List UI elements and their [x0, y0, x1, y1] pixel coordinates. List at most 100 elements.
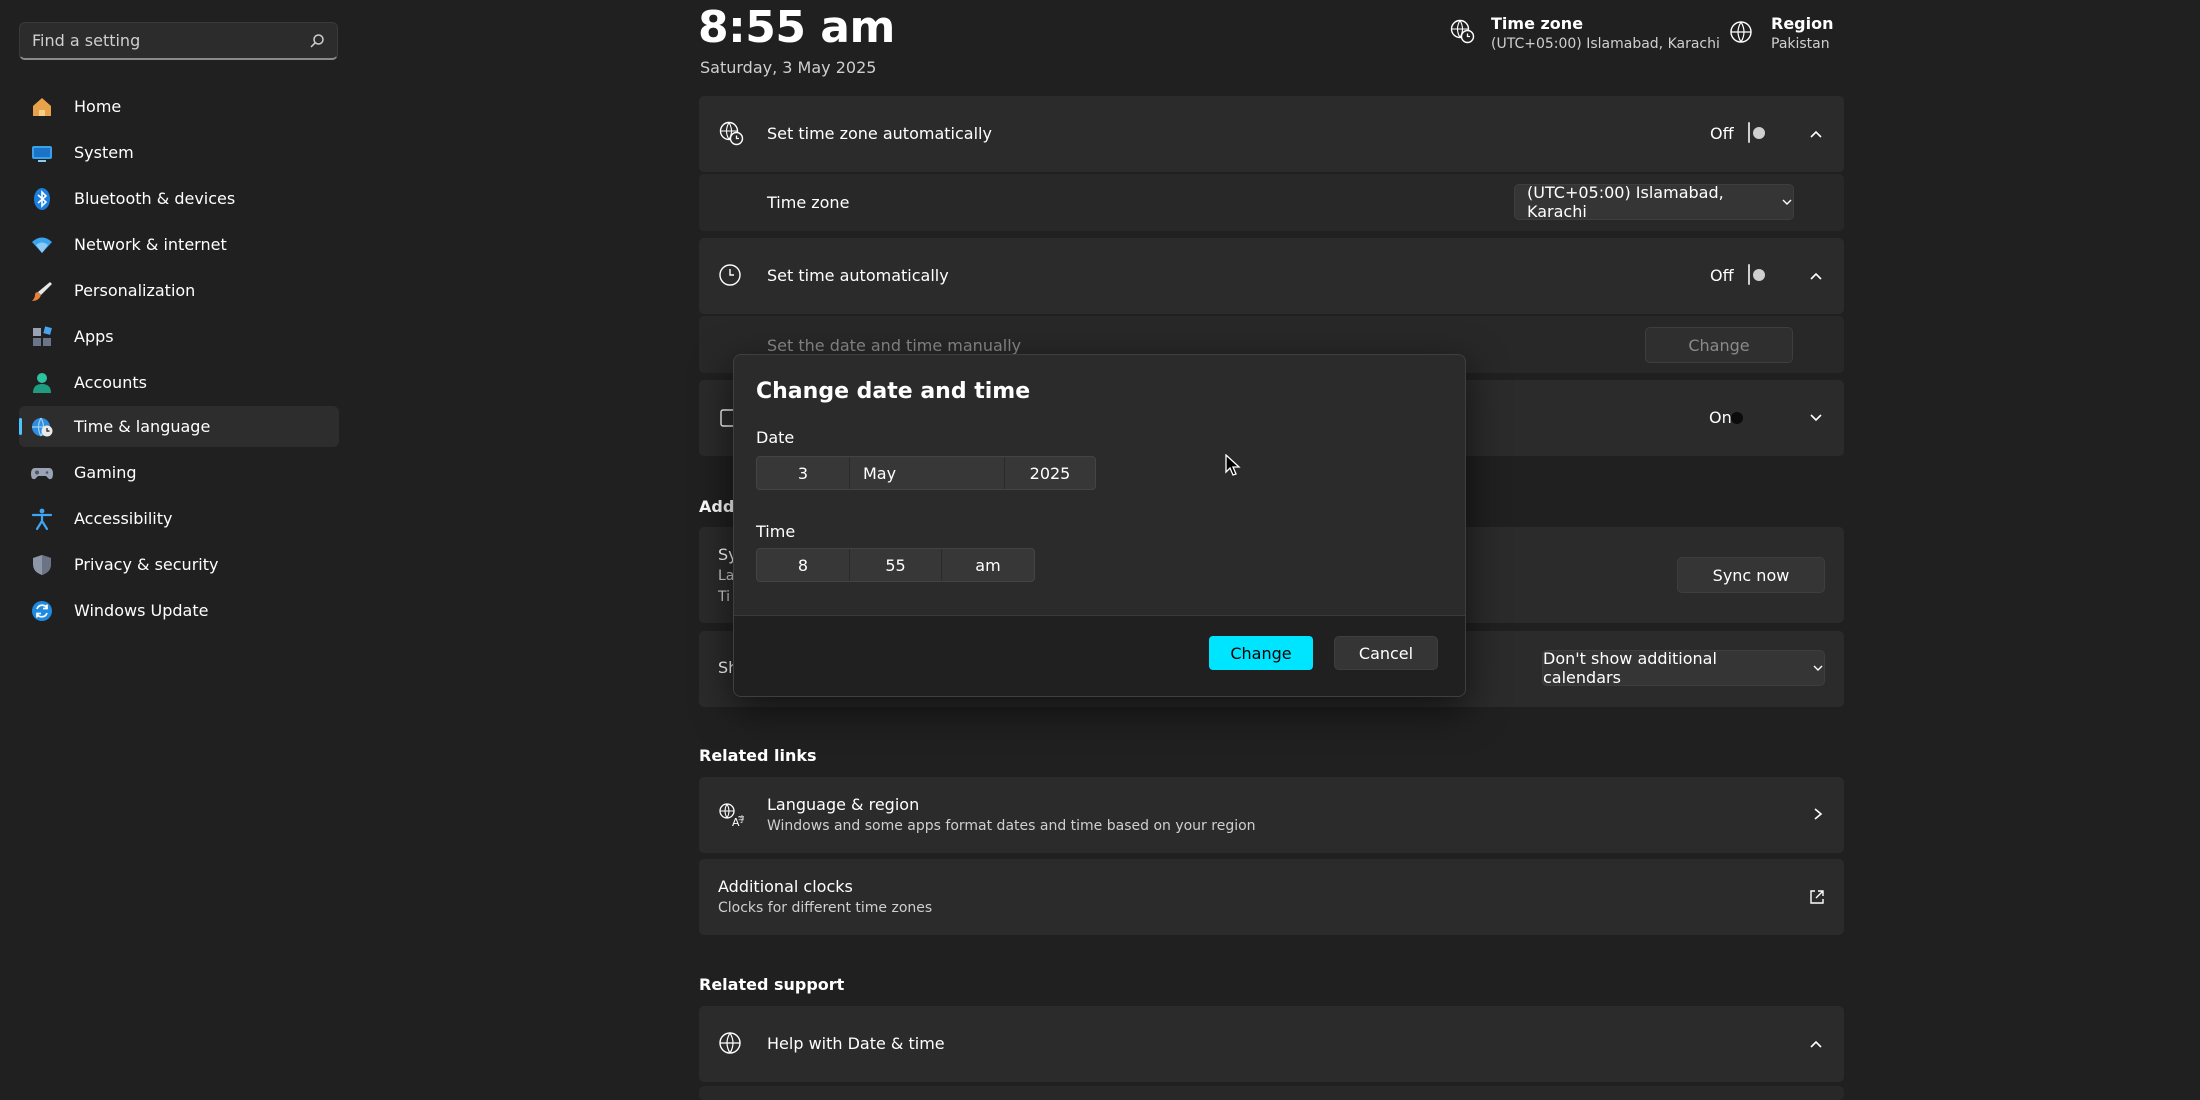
- change-date-time-dialog: Change date and time Date 3 May 2025 Tim…: [733, 354, 1466, 697]
- day-selector[interactable]: 3: [757, 457, 850, 489]
- timezone-dropdown[interactable]: (UTC+05:00) Islamabad, Karachi: [1514, 183, 1794, 221]
- current-time: 8:55 am: [698, 2, 895, 53]
- chevron-down-icon: [1781, 196, 1793, 208]
- date-picker[interactable]: 3 May 2025: [756, 456, 1096, 490]
- help-date-time-label: Help with Date & time: [767, 1034, 945, 1053]
- timezone-card: Time zone (UTC+05:00) Islamabad, Karachi: [699, 174, 1844, 231]
- sync-now-button[interactable]: Sync now: [1677, 557, 1825, 593]
- calendar-dropdown[interactable]: Don't show additional calendars: [1542, 649, 1825, 687]
- sidebar-item-label: Home: [74, 97, 122, 116]
- region-title: Region: [1771, 14, 1834, 33]
- accessibility-icon: [29, 506, 55, 532]
- globe-icon: [1729, 20, 1753, 44]
- shield-icon: [29, 552, 55, 578]
- auto-timezone-label: Set time zone automatically: [767, 124, 992, 143]
- wifi-icon: [29, 232, 55, 258]
- chevron-up-icon[interactable]: [1809, 1037, 1823, 1051]
- date-label: Date: [756, 428, 795, 447]
- sidebar-item-accessibility[interactable]: Accessibility: [19, 498, 339, 539]
- globe-clock-icon: [1449, 18, 1475, 44]
- month-selector[interactable]: May: [850, 457, 1005, 489]
- language-region-sub: Windows and some apps format dates and t…: [767, 818, 1256, 834]
- sidebar-item-label: Time & language: [74, 417, 211, 436]
- header-timezone: Time zone (UTC+05:00) Islamabad, Karachi: [1449, 14, 1720, 52]
- dialog-change-button[interactable]: Change: [1209, 636, 1313, 670]
- sidebar-item-label: Personalization: [74, 281, 196, 300]
- dialog-title: Change date and time: [756, 379, 1031, 404]
- sidebar-item-privacy[interactable]: Privacy & security: [19, 544, 339, 585]
- sidebar-item-time-language[interactable]: Time & language: [19, 406, 339, 447]
- sidebar-item-accounts[interactable]: Accounts: [19, 362, 339, 403]
- year-selector[interactable]: 2025: [1005, 457, 1095, 489]
- globe-clock-icon: [718, 120, 744, 146]
- dialog-footer: Change Cancel: [734, 615, 1465, 696]
- gamepad-icon: [29, 460, 55, 486]
- additional-clocks-label: Additional clocks: [718, 877, 853, 896]
- person-icon: [29, 370, 55, 396]
- auto-time-toggle[interactable]: [1748, 264, 1750, 285]
- monitor-icon: [29, 140, 55, 166]
- home-icon: [29, 94, 55, 120]
- sidebar-item-home[interactable]: Home: [19, 86, 339, 127]
- external-link-icon: [1808, 888, 1826, 906]
- auto-timezone-state: Off: [1710, 124, 1734, 143]
- sidebar-item-label: Gaming: [74, 463, 137, 482]
- chevron-up-icon[interactable]: [1809, 269, 1823, 283]
- chevron-down-icon: [1812, 662, 1824, 674]
- sidebar-item-system[interactable]: System: [19, 132, 339, 173]
- additional-clocks-link[interactable]: Additional clocks Clocks for different t…: [699, 859, 1844, 935]
- related-support-heading: Related support: [699, 975, 845, 994]
- sidebar-item-label: Network & internet: [74, 235, 227, 254]
- sidebar-item-apps[interactable]: Apps: [19, 316, 339, 357]
- auto-time-card[interactable]: Set time automatically Off: [699, 238, 1844, 314]
- sidebar-item-label: Privacy & security: [74, 555, 219, 574]
- ampm-selector[interactable]: am: [942, 549, 1034, 581]
- time-label: Time: [756, 522, 796, 541]
- bluetooth-icon: [29, 186, 55, 212]
- timezone-dropdown-value: (UTC+05:00) Islamabad, Karachi: [1527, 183, 1724, 221]
- sync-last: La: [718, 568, 735, 584]
- region-value: Pakistan: [1771, 36, 1830, 52]
- sidebar-item-network[interactable]: Network & internet: [19, 224, 339, 265]
- related-links-heading: Related links: [699, 746, 817, 765]
- manual-change-button[interactable]: Change: [1645, 327, 1793, 363]
- dialog-cancel-button[interactable]: Cancel: [1334, 636, 1438, 670]
- chevron-right-icon: [1811, 807, 1825, 821]
- brush-icon: [29, 278, 55, 304]
- search-icon[interactable]: [309, 33, 325, 49]
- sidebar-item-label: Apps: [74, 327, 114, 346]
- sidebar-item-personalization[interactable]: Personalization: [19, 270, 339, 311]
- time-picker[interactable]: 8 55 am: [756, 548, 1035, 582]
- chevron-down-icon[interactable]: [1809, 411, 1823, 425]
- globe-clock-icon: [29, 414, 55, 440]
- sidebar-item-label: Bluetooth & devices: [74, 189, 236, 208]
- header-region: Region Pakistan: [1729, 14, 1834, 52]
- sidebar-item-label: Windows Update: [74, 601, 209, 620]
- auto-timezone-toggle[interactable]: [1748, 122, 1750, 143]
- additional-clocks-sub: Clocks for different time zones: [718, 900, 933, 916]
- svg-text:字: 字: [738, 814, 744, 824]
- language-region-link[interactable]: A字 Language & region Windows and some ap…: [699, 777, 1844, 853]
- globe-icon: [718, 1031, 742, 1055]
- sidebar-item-windows-update[interactable]: Windows Update: [19, 590, 339, 631]
- search-box[interactable]: Find a setting: [19, 22, 338, 60]
- help-expanded-area: [699, 1086, 1844, 1100]
- sidebar-item-bluetooth[interactable]: Bluetooth & devices: [19, 178, 339, 219]
- hour-selector[interactable]: 8: [757, 549, 850, 581]
- chevron-up-icon[interactable]: [1809, 127, 1823, 141]
- sidebar-item-gaming[interactable]: Gaming: [19, 452, 339, 493]
- language-icon: A字: [718, 802, 744, 828]
- calendar-dropdown-value: Don't show additional calendars: [1543, 649, 1717, 687]
- sync-server: Ti: [718, 589, 731, 605]
- auto-timezone-card[interactable]: Set time zone automatically Off: [699, 96, 1844, 172]
- minute-selector[interactable]: 55: [850, 549, 942, 581]
- clock-icon: [718, 263, 742, 287]
- timezone-title: Time zone: [1491, 14, 1584, 33]
- help-date-time-card[interactable]: Help with Date & time: [699, 1006, 1844, 1082]
- sidebar-item-label: Accessibility: [74, 509, 173, 528]
- auto-time-state: Off: [1710, 266, 1734, 285]
- search-input[interactable]: Find a setting: [32, 31, 309, 50]
- language-region-label: Language & region: [767, 795, 920, 814]
- auto-time-label: Set time automatically: [767, 266, 949, 285]
- sidebar-item-label: Accounts: [74, 373, 147, 392]
